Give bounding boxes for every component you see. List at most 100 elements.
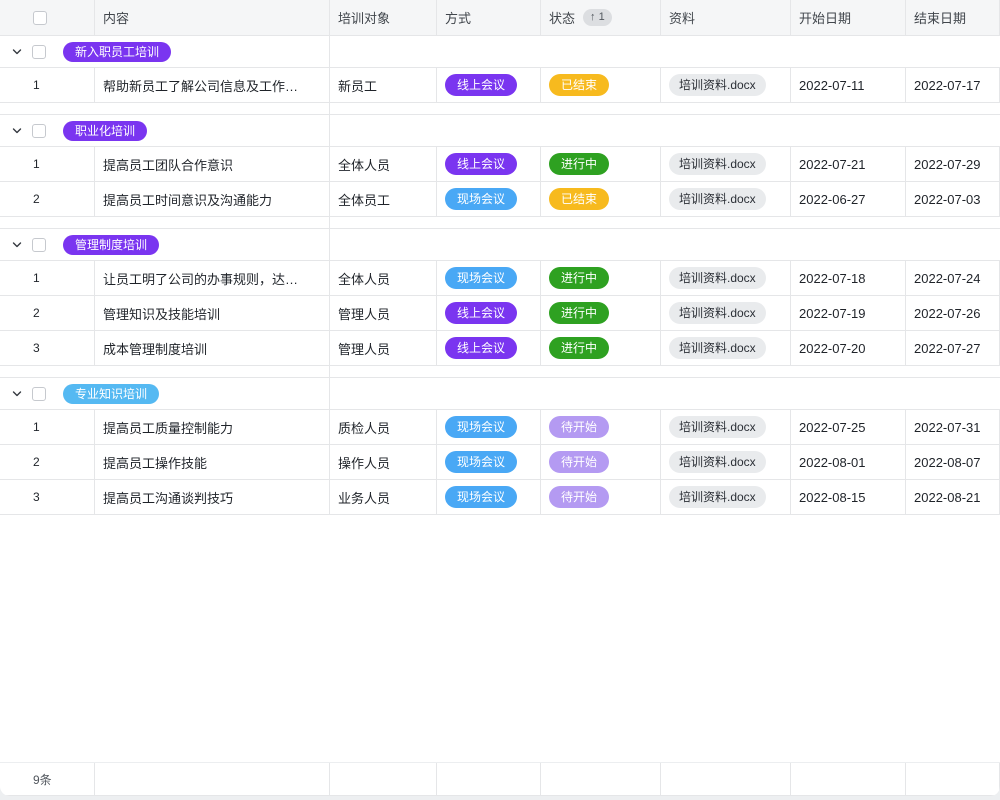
cell-method[interactable]: 线上会议 [437,68,541,102]
cell-content[interactable]: 提高员工团队合作意识 [95,147,330,181]
cell-method[interactable]: 现场会议 [437,480,541,514]
chevron-down-icon[interactable] [10,124,24,138]
cell-target[interactable]: 管理人员 [330,296,437,330]
group-select-checkbox[interactable] [32,387,46,401]
footer-summary-cell[interactable] [437,763,541,795]
cell-content[interactable]: 让员工明了公司的办事规则，达… [95,261,330,295]
row-handle-cell[interactable]: 2 [0,182,95,216]
cell-content[interactable]: 成本管理制度培训 [95,331,330,365]
cell-method[interactable]: 现场会议 [437,182,541,216]
cell-target[interactable]: 质检人员 [330,410,437,444]
cell-status[interactable]: 进行中 [541,261,661,295]
cell-content[interactable]: 提高员工质量控制能力 [95,410,330,444]
cell-start-date[interactable]: 2022-07-11 [791,68,906,102]
cell-material[interactable]: 培训资料.docx [661,147,791,181]
group-select-checkbox[interactable] [32,124,46,138]
cell-method[interactable]: 线上会议 [437,296,541,330]
material-chip[interactable]: 培训资料.docx [669,153,766,175]
material-chip[interactable]: 培训资料.docx [669,451,766,473]
cell-status[interactable]: 进行中 [541,296,661,330]
cell-content[interactable]: 提高员工沟通谈判技巧 [95,480,330,514]
cell-method[interactable]: 现场会议 [437,445,541,479]
cell-target[interactable]: 全体人员 [330,147,437,181]
cell-content[interactable]: 提高员工操作技能 [95,445,330,479]
cell-target[interactable]: 管理人员 [330,331,437,365]
cell-material[interactable]: 培训资料.docx [661,480,791,514]
material-chip[interactable]: 培训资料.docx [669,416,766,438]
chevron-down-icon[interactable] [10,238,24,252]
cell-target[interactable]: 全体员工 [330,182,437,216]
cell-material[interactable]: 培训资料.docx [661,296,791,330]
cell-end-date[interactable]: 2022-07-29 [906,147,1000,181]
cell-end-date[interactable]: 2022-08-07 [906,445,1000,479]
cell-start-date[interactable]: 2022-07-18 [791,261,906,295]
footer-summary-cell[interactable] [661,763,791,795]
row-handle-cell[interactable]: 3 [0,480,95,514]
cell-status[interactable]: 待开始 [541,445,661,479]
material-chip[interactable]: 培训资料.docx [669,74,766,96]
footer-summary-cell[interactable] [330,763,437,795]
row-handle-cell[interactable]: 1 [0,147,95,181]
cell-status[interactable]: 进行中 [541,147,661,181]
sort-indicator-badge[interactable]: ↑ 1 [583,9,612,26]
column-header-material[interactable]: 资料 [661,0,791,35]
cell-status[interactable]: 待开始 [541,410,661,444]
cell-start-date[interactable]: 2022-07-21 [791,147,906,181]
cell-end-date[interactable]: 2022-08-21 [906,480,1000,514]
cell-target[interactable]: 业务人员 [330,480,437,514]
select-all-checkbox[interactable] [33,11,47,25]
cell-content[interactable]: 管理知识及技能培训 [95,296,330,330]
cell-material[interactable]: 培训资料.docx [661,182,791,216]
cell-start-date[interactable]: 2022-06-27 [791,182,906,216]
cell-end-date[interactable]: 2022-07-17 [906,68,1000,102]
cell-end-date[interactable]: 2022-07-03 [906,182,1000,216]
cell-material[interactable]: 培训资料.docx [661,261,791,295]
cell-start-date[interactable]: 2022-07-25 [791,410,906,444]
material-chip[interactable]: 培训资料.docx [669,337,766,359]
group-select-checkbox[interactable] [32,45,46,59]
cell-end-date[interactable]: 2022-07-26 [906,296,1000,330]
cell-method[interactable]: 现场会议 [437,410,541,444]
column-header-content[interactable]: 内容 [95,0,330,35]
cell-target[interactable]: 全体人员 [330,261,437,295]
cell-end-date[interactable]: 2022-07-31 [906,410,1000,444]
cell-end-date[interactable]: 2022-07-27 [906,331,1000,365]
material-chip[interactable]: 培训资料.docx [669,486,766,508]
column-header-end[interactable]: 结束日期 [906,0,1000,35]
cell-content[interactable]: 帮助新员工了解公司信息及工作… [95,68,330,102]
chevron-down-icon[interactable] [10,45,24,59]
cell-start-date[interactable]: 2022-08-01 [791,445,906,479]
cell-method[interactable]: 线上会议 [437,331,541,365]
material-chip[interactable]: 培训资料.docx [669,267,766,289]
footer-summary-cell[interactable] [541,763,661,795]
cell-start-date[interactable]: 2022-07-20 [791,331,906,365]
material-chip[interactable]: 培训资料.docx [669,188,766,210]
row-handle-cell[interactable]: 3 [0,331,95,365]
column-header-start[interactable]: 开始日期 [791,0,906,35]
cell-start-date[interactable]: 2022-07-19 [791,296,906,330]
chevron-down-icon[interactable] [10,387,24,401]
footer-summary-cell[interactable] [95,763,330,795]
row-handle-cell[interactable]: 2 [0,445,95,479]
cell-status[interactable]: 待开始 [541,480,661,514]
row-handle-cell[interactable]: 1 [0,261,95,295]
column-header-method[interactable]: 方式 [437,0,541,35]
cell-material[interactable]: 培训资料.docx [661,331,791,365]
cell-end-date[interactable]: 2022-07-24 [906,261,1000,295]
row-handle-cell[interactable]: 1 [0,68,95,102]
cell-status[interactable]: 已结束 [541,182,661,216]
material-chip[interactable]: 培训资料.docx [669,302,766,324]
row-handle-cell[interactable]: 1 [0,410,95,444]
column-header-status[interactable]: 状态↑ 1 [541,0,661,35]
cell-material[interactable]: 培训资料.docx [661,410,791,444]
footer-summary-cell[interactable] [791,763,906,795]
cell-target[interactable]: 操作人员 [330,445,437,479]
cell-target[interactable]: 新员工 [330,68,437,102]
cell-material[interactable]: 培训资料.docx [661,445,791,479]
cell-material[interactable]: 培训资料.docx [661,68,791,102]
column-header-target[interactable]: 培训对象 [330,0,437,35]
cell-status[interactable]: 已结束 [541,68,661,102]
row-handle-cell[interactable]: 2 [0,296,95,330]
cell-start-date[interactable]: 2022-08-15 [791,480,906,514]
cell-method[interactable]: 现场会议 [437,261,541,295]
